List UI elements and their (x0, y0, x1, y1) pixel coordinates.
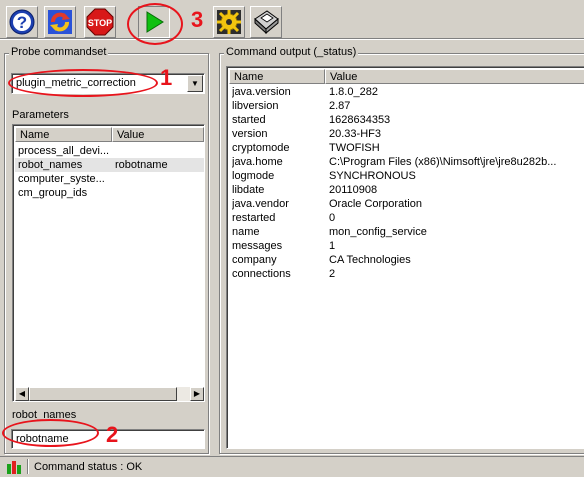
parameter-name: computer_syste... (18, 173, 105, 185)
output-name: logmode (232, 170, 275, 182)
help-icon: ? (9, 9, 35, 35)
output-name: company (232, 254, 277, 266)
output-row[interactable]: java.version 1.8.0_282 (229, 85, 583, 99)
arrow-right-icon: ▶ (193, 389, 201, 398)
probe-commandset-label: Probe commandset (9, 46, 109, 58)
output-name: libversion (232, 100, 279, 112)
output-row[interactable]: logmode SYNCHRONOUS (229, 169, 583, 183)
connection-icon (7, 461, 21, 474)
annotation-circle-run-button (127, 3, 183, 45)
parameter-row-selected[interactable]: robot_names robotname (15, 158, 204, 172)
save-icon (254, 10, 279, 35)
output-header-name[interactable]: Name (229, 69, 325, 84)
save-button[interactable] (250, 6, 282, 38)
output-value: TWOFISH (329, 142, 380, 154)
output-name: connections (232, 268, 291, 280)
output-row[interactable]: cryptomode TWOFISH (229, 141, 583, 155)
scroll-thumb[interactable] (29, 387, 177, 401)
parameters-header-name[interactable]: Name (15, 127, 112, 142)
help-button[interactable]: ? (6, 6, 38, 38)
chevron-down-icon: ▼ (191, 79, 199, 88)
scroll-right-button[interactable]: ▶ (190, 387, 204, 401)
output-value: 2.87 (329, 100, 351, 112)
toolbar-separator (0, 38, 584, 40)
output-name: libdate (232, 184, 265, 196)
output-name: java.version (232, 86, 291, 98)
parameter-name: robot_names (18, 159, 83, 171)
refresh-icon (48, 10, 72, 34)
output-row[interactable]: restarted 0 (229, 211, 583, 225)
annotation-number-2: 2 (106, 422, 119, 447)
output-name: cryptomode (232, 142, 290, 154)
output-name: java.vendor (232, 198, 289, 210)
output-row[interactable]: java.home C:\Program Files (x86)\Nimsoft\… (229, 155, 583, 169)
output-row[interactable]: connections 2 (229, 267, 583, 281)
output-name: name (232, 226, 260, 238)
output-value: mon_config_service (329, 226, 427, 238)
scroll-left-button[interactable]: ◀ (15, 387, 29, 401)
output-row[interactable]: messages 1 (229, 239, 583, 253)
output-value: SYNCHRONOUS (329, 170, 416, 182)
settings-button[interactable] (213, 6, 245, 38)
output-name: version (232, 128, 268, 140)
output-row[interactable]: company CA Technologies (229, 253, 583, 267)
output-value: Oracle Corporation (329, 198, 422, 210)
output-value: 0 (329, 212, 336, 224)
output-row[interactable]: started 1628634353 (229, 113, 583, 127)
annotation-number-3: 3 (191, 7, 204, 32)
parameters-label: Parameters (12, 109, 69, 121)
output-row[interactable]: name mon_config_service (229, 225, 583, 239)
output-value: 20110908 (329, 184, 378, 196)
annotation-circle-commandset (8, 69, 158, 97)
command-output-list[interactable]: Name Value java.version 1.8.0_282 libversi… (226, 66, 584, 449)
output-value: 20.33-HF3 (329, 128, 381, 140)
refresh-button[interactable] (44, 6, 76, 38)
status-divider (27, 459, 29, 474)
settings-icon (217, 10, 241, 34)
parameter-row[interactable]: cm_group_ids (15, 186, 204, 200)
parameters-list[interactable]: Name Value process_all_devi... robot_nam… (12, 124, 205, 402)
annotation-number-1: 1 (160, 65, 173, 90)
output-value: 1.8.0_282 (329, 86, 378, 98)
output-row[interactable]: java.vendor Oracle Corporation (229, 197, 583, 211)
stop-button[interactable]: STOP (84, 6, 116, 38)
arrow-left-icon: ◀ (18, 389, 26, 398)
output-name: started (232, 114, 266, 126)
output-value: 2 (329, 268, 336, 280)
output-name: restarted (232, 212, 276, 224)
stop-icon: STOP (86, 8, 114, 36)
parameters-hscrollbar[interactable]: ◀ ▶ (15, 387, 204, 401)
toolbar: ? STOP (0, 0, 584, 42)
output-value: CA Technologies (329, 254, 411, 266)
status-bar: Command status : OK (0, 456, 584, 477)
output-row[interactable]: libdate 20110908 (229, 183, 583, 197)
output-row[interactable]: libversion 2.87 (229, 99, 583, 113)
svg-text:STOP: STOP (88, 18, 112, 28)
output-name: java.home (232, 156, 283, 168)
parameter-value: robotname (115, 159, 168, 171)
output-value: 1628634353 (329, 114, 391, 126)
parameters-header-value[interactable]: Value (112, 127, 204, 142)
output-name: messages (232, 240, 283, 252)
command-output-label: Command output (_status) (224, 46, 359, 58)
status-text: Command status : OK (34, 461, 143, 473)
svg-text:?: ? (17, 13, 27, 32)
parameter-row[interactable]: process_all_devi... (15, 144, 204, 158)
parameter-name: process_all_devi... (18, 145, 110, 157)
annotation-circle-param-value (2, 419, 99, 447)
output-row[interactable]: version 20.33-HF3 (229, 127, 583, 141)
output-value: 1 (329, 240, 336, 252)
output-header-value[interactable]: Value (325, 69, 584, 84)
parameter-name: cm_group_ids (18, 187, 88, 199)
parameter-row[interactable]: computer_syste... (15, 172, 204, 186)
output-value: C:\Program Files (x86)\Nimsoft\jre\jre8u… (329, 156, 557, 168)
commandset-dropdown-button[interactable]: ▼ (187, 75, 203, 92)
